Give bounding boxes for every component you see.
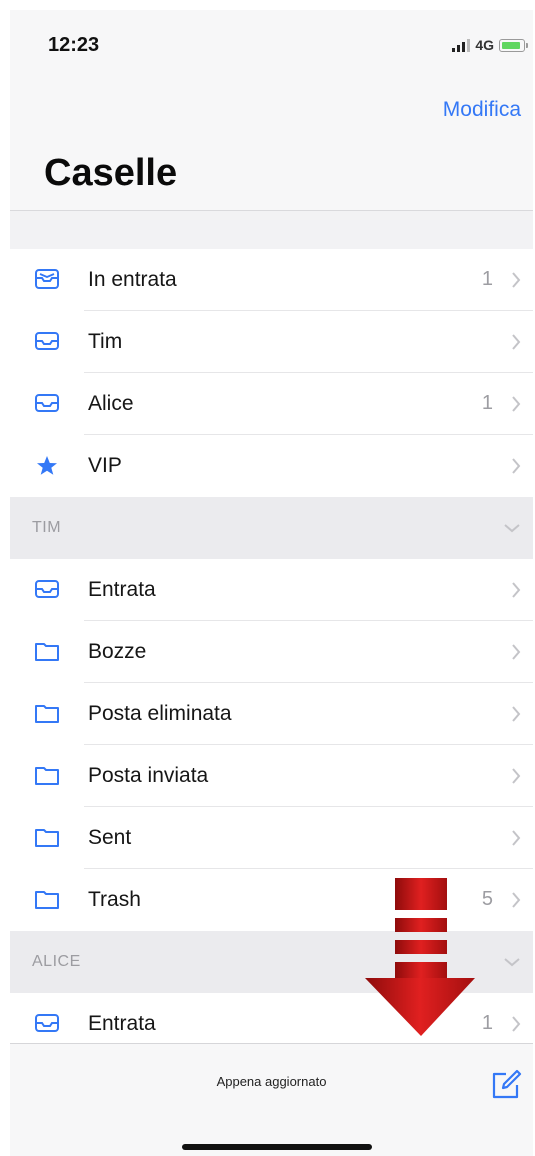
battery-icon: [499, 38, 528, 52]
status-indicators: 4G: [452, 36, 528, 54]
mailbox-row-entrata[interactable]: Entrata: [10, 559, 533, 621]
mailbox-label: Trash: [88, 888, 141, 911]
chevron-right-icon: [512, 272, 521, 288]
folder-icon: [35, 767, 59, 785]
chevron-right-icon: [512, 644, 521, 660]
compose-icon[interactable]: [489, 1068, 523, 1102]
home-indicator: [182, 1144, 372, 1150]
mailbox-label: Bozze: [88, 640, 147, 663]
mailbox-label: Entrata: [88, 1012, 156, 1035]
mail-mailboxes-screen: 12:23 4G Modifica Caselle In entrata 1 T…: [10, 10, 533, 1156]
chevron-right-icon: [512, 892, 521, 908]
status-time: 12:23: [48, 34, 100, 56]
mailbox-row-sent[interactable]: Sent: [10, 807, 533, 869]
mailbox-row-posta-eliminata[interactable]: Posta eliminata: [10, 683, 533, 745]
update-status: Appena aggiornato: [216, 1074, 327, 1089]
chevron-right-icon: [512, 334, 521, 350]
inbox-tray-icon: [35, 1014, 59, 1032]
mailbox-row-alice[interactable]: Alice 1: [10, 373, 533, 435]
section-title: TIM: [32, 519, 62, 536]
folder-icon: [35, 643, 59, 661]
arrow-down-icon: [365, 878, 475, 1036]
folder-icon: [35, 891, 59, 909]
chevron-down-icon: [504, 524, 520, 533]
mailbox-label: Posta inviata: [88, 764, 209, 787]
folder-icon: [35, 705, 59, 723]
bottom-toolbar: Appena aggiornato: [10, 1043, 533, 1156]
status-bar: 12:23 4G: [10, 10, 533, 80]
chevron-right-icon: [512, 768, 521, 784]
unread-count: 1: [481, 1012, 493, 1034]
mailbox-label: Sent: [88, 826, 132, 849]
mailbox-label: Posta eliminata: [88, 702, 232, 725]
mailbox-row-bozze[interactable]: Bozze: [10, 621, 533, 683]
folder-icon: [35, 829, 59, 847]
chevron-right-icon: [512, 396, 521, 412]
mailbox-label: Tim: [88, 330, 123, 353]
mailbox-label: VIP: [88, 454, 122, 477]
star-icon: [37, 456, 57, 475]
chevron-right-icon: [512, 582, 521, 598]
mailbox-label: Alice: [88, 392, 134, 415]
cellular-signal-icon: [452, 38, 471, 52]
mailbox-label: Entrata: [88, 578, 156, 601]
mailbox-row-tim[interactable]: Tim: [10, 311, 533, 373]
mailbox-row-vip[interactable]: VIP: [10, 435, 533, 497]
unread-count: 1: [481, 268, 493, 290]
chevron-right-icon: [512, 706, 521, 722]
inbox-tray-icon: [35, 580, 59, 598]
mailbox-label: In entrata: [88, 268, 177, 291]
unread-count: 5: [481, 888, 493, 910]
inbox-stack-icon: [35, 269, 59, 289]
chevron-down-icon: [504, 958, 520, 967]
inbox-tray-icon: [35, 394, 59, 412]
mailbox-row-posta-inviata[interactable]: Posta inviata: [10, 745, 533, 807]
chevron-right-icon: [512, 830, 521, 846]
chevron-right-icon: [512, 458, 521, 474]
page-title: Caselle: [44, 152, 178, 194]
edit-button[interactable]: Modifica: [443, 98, 521, 122]
unread-count: 1: [481, 392, 493, 414]
navigation-bar: Modifica Caselle: [10, 80, 533, 211]
network-type: 4G: [475, 37, 494, 53]
inbox-tray-icon: [35, 332, 59, 350]
mailbox-row-in-entrata[interactable]: In entrata 1: [10, 249, 533, 311]
section-title: ALICE: [32, 953, 81, 970]
chevron-right-icon: [512, 1016, 521, 1032]
section-header-tim[interactable]: TIM: [10, 497, 533, 559]
